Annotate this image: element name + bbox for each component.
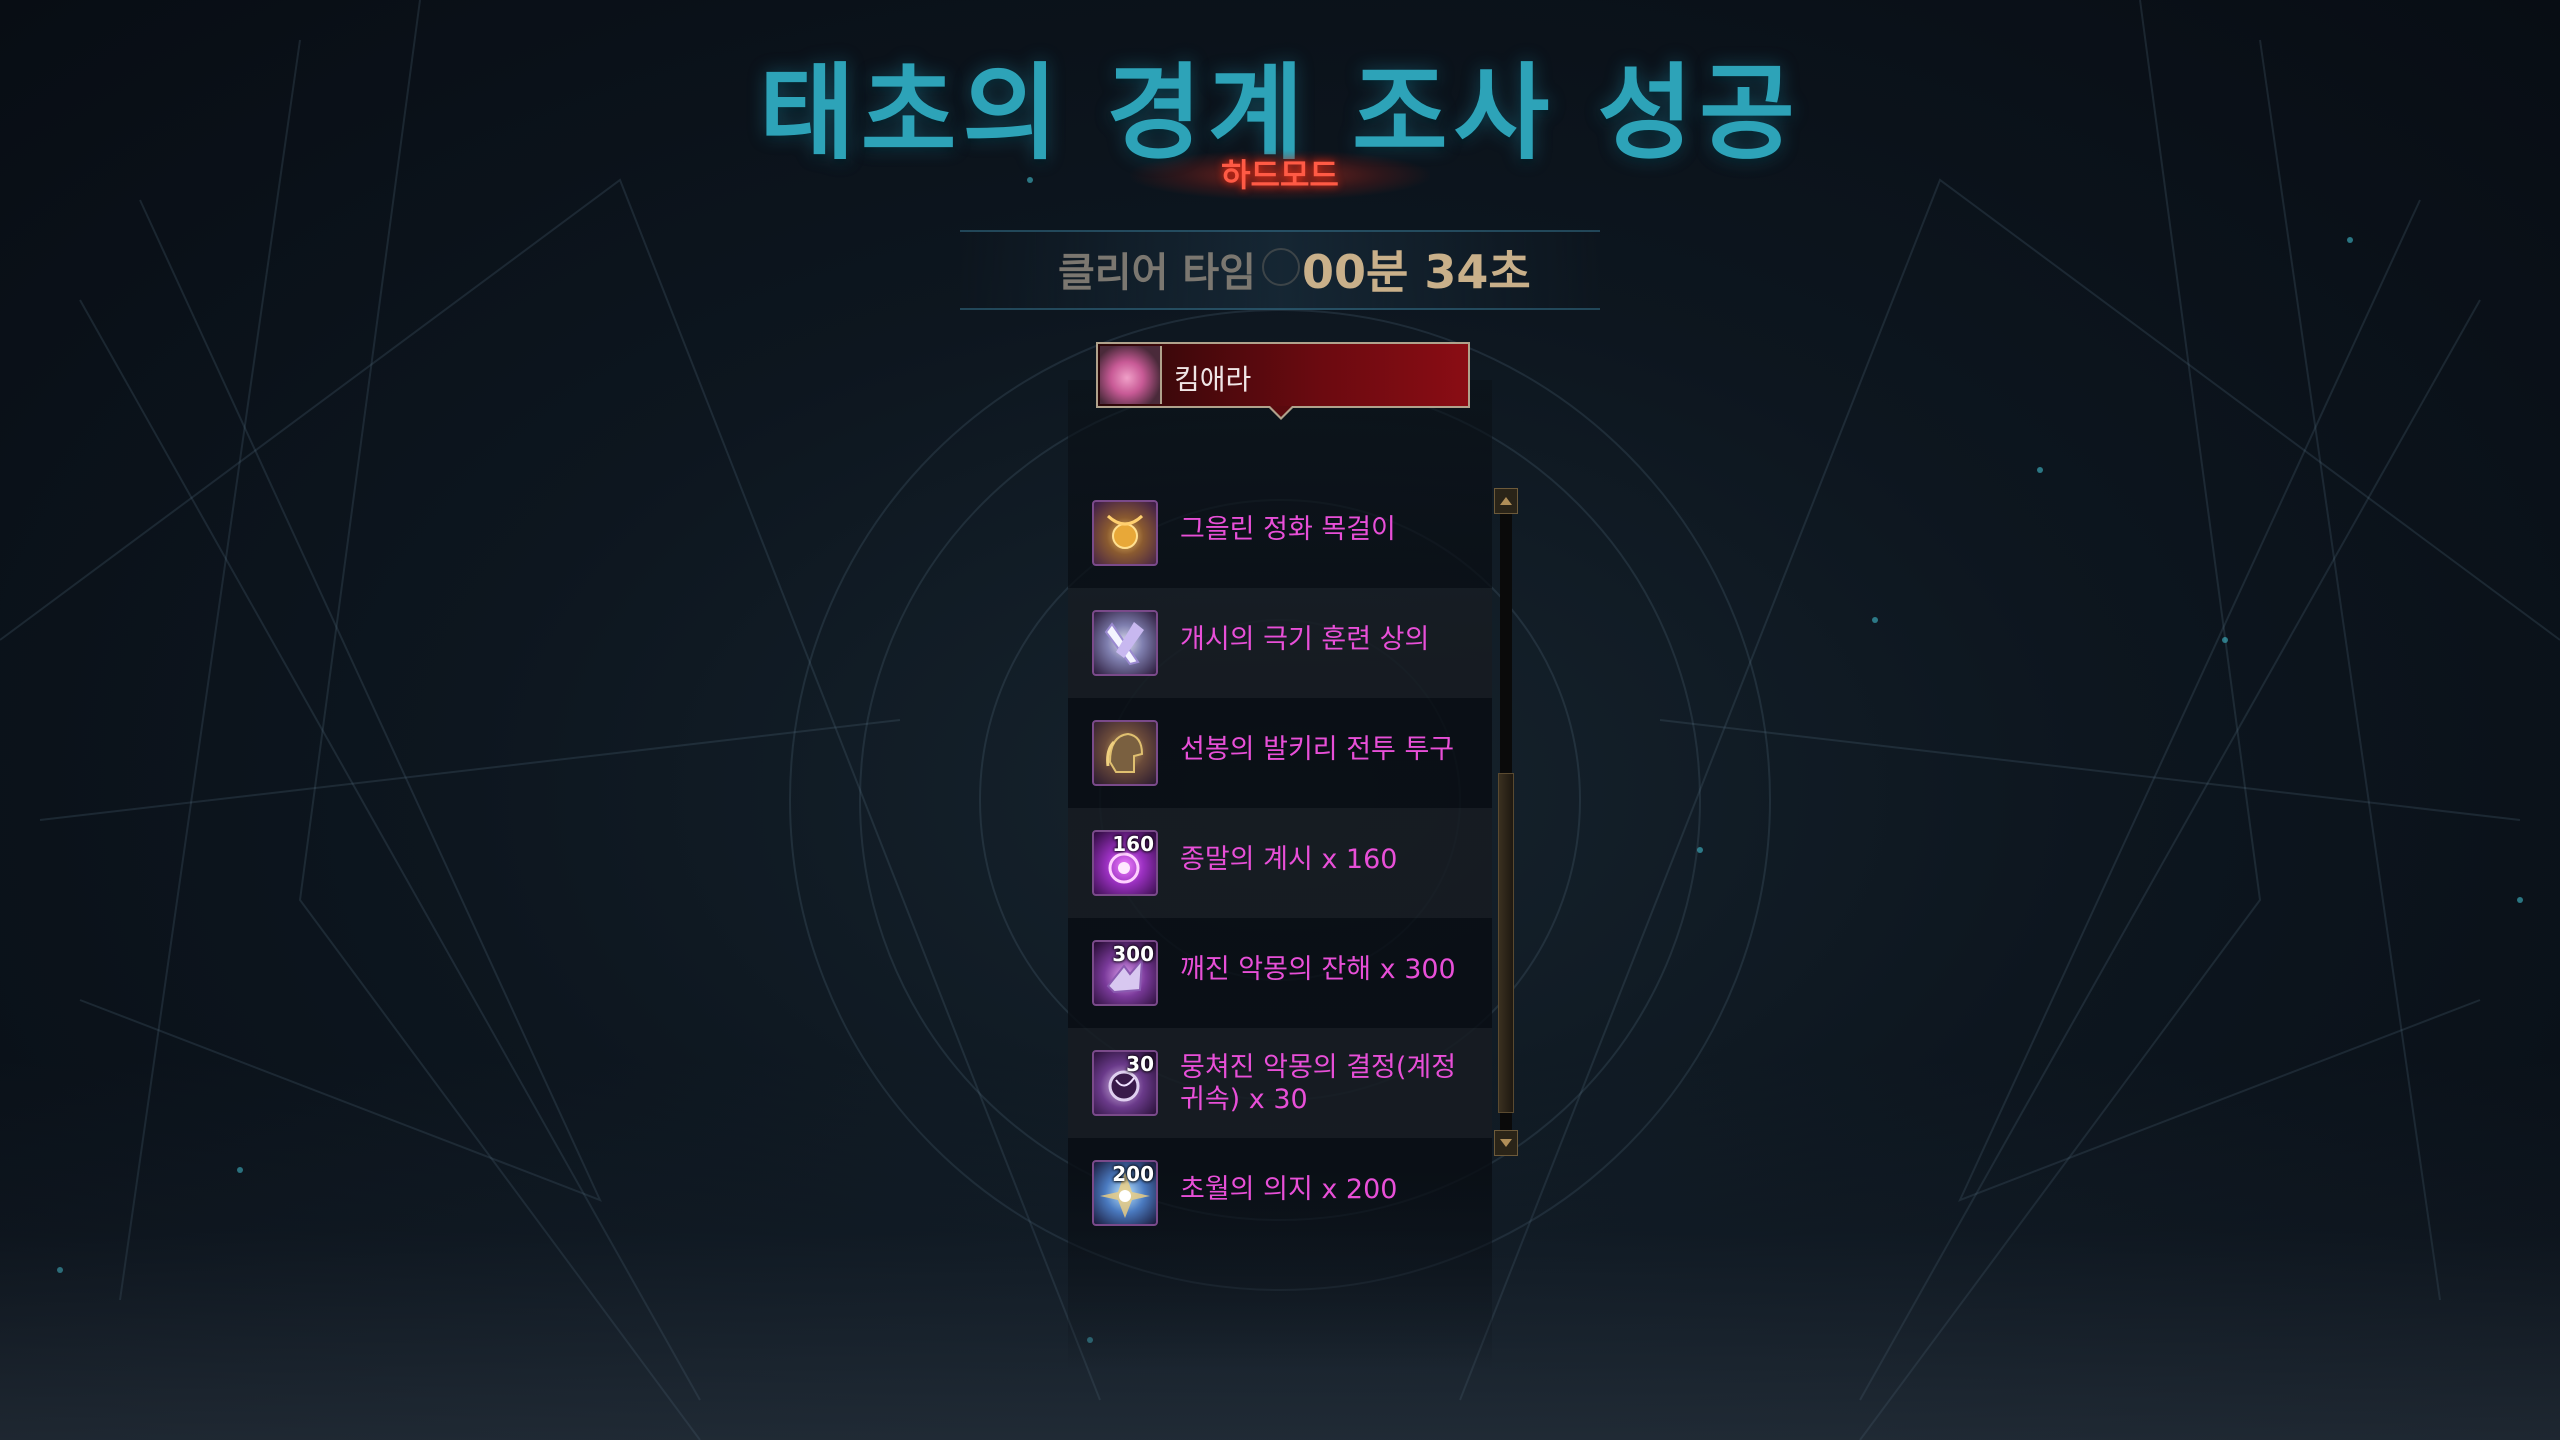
reward-row[interactable]: 그을린 정화 목걸이: [1068, 478, 1492, 588]
reward-list-scrollbar[interactable]: [1494, 488, 1518, 1156]
clear-time-ornament: [1262, 248, 1300, 286]
character-portrait-icon: [1100, 346, 1162, 404]
reward-row[interactable]: 선봉의 발키리 전투 투구: [1068, 698, 1492, 808]
scroll-thumb[interactable]: [1498, 773, 1514, 1113]
helmet-icon: [1092, 720, 1158, 786]
reward-name: 선봉의 발키리 전투 투구: [1180, 734, 1455, 765]
reward-name: 깨진 악몽의 잔해 x 300: [1180, 954, 1456, 985]
player-name: 킴애라: [1174, 363, 1252, 396]
top-armor-icon: [1092, 610, 1158, 676]
necklace-icon: [1092, 500, 1158, 566]
player-card[interactable]: 킴애라: [1096, 342, 1470, 408]
reward-name: 개시의 극기 훈련 상의: [1180, 624, 1430, 655]
scroll-up-button[interactable]: [1494, 488, 1518, 514]
transcendence-will-icon: 200: [1092, 1160, 1158, 1226]
reward-name: 뭉쳐진 악몽의 결정(계정 귀속) x 30: [1180, 1052, 1457, 1115]
reward-quantity: 200: [1112, 1162, 1154, 1186]
reward-list[interactable]: 그을린 정화 목걸이 개시의 극기 훈련 상의 선봉의 발키리 전투 투구 16…: [1068, 478, 1492, 1238]
player-card-pointer-inner: [1270, 406, 1292, 417]
reward-row[interactable]: 30 뭉쳐진 악몽의 결정(계정 귀속) x 30: [1068, 1028, 1492, 1138]
reward-row[interactable]: 160 종말의 계시 x 160: [1068, 808, 1492, 918]
nightmare-crystal-icon: 30: [1092, 1050, 1158, 1116]
reward-row[interactable]: 300 깨진 악몽의 잔해 x 300: [1068, 918, 1492, 1028]
reward-name: 종말의 계시 x 160: [1180, 844, 1398, 875]
reward-quantity: 30: [1126, 1052, 1154, 1076]
reward-quantity: 160: [1112, 832, 1154, 856]
clear-time-label: 클리어 타임: [1058, 250, 1256, 296]
reward-row[interactable]: 200 초월의 의지 x 200: [1068, 1138, 1492, 1238]
difficulty-badge: 하드모드: [1130, 150, 1430, 200]
reward-quantity: 300: [1112, 942, 1154, 966]
nightmare-debris-icon: 300: [1092, 940, 1158, 1006]
scroll-down-button[interactable]: [1494, 1130, 1518, 1156]
reward-row[interactable]: 개시의 극기 훈련 상의: [1068, 588, 1492, 698]
clear-time-value: 00분 34초: [1302, 245, 1531, 299]
reward-name: 초월의 의지 x 200: [1180, 1174, 1398, 1205]
reward-name: 그을린 정화 목걸이: [1180, 514, 1396, 545]
revelation-orb-icon: 160: [1092, 830, 1158, 896]
